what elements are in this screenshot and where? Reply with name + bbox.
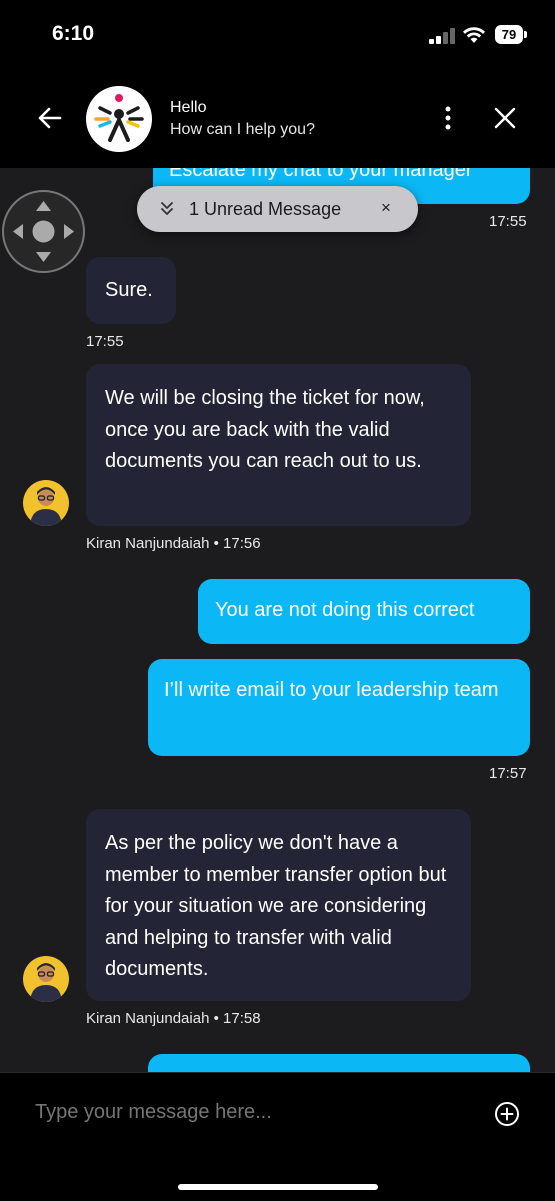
dpad-control[interactable] bbox=[2, 190, 85, 273]
wifi-icon bbox=[463, 27, 485, 43]
message-time: 17:57 bbox=[489, 765, 527, 782]
meta-separator: • bbox=[213, 535, 219, 552]
chat-header: Hello How can I help you? bbox=[0, 70, 555, 168]
user-message bbox=[148, 1054, 530, 1072]
unread-label: 1 Unread Message bbox=[189, 199, 342, 219]
home-indicator bbox=[178, 1184, 378, 1190]
plus-circle-icon[interactable] bbox=[494, 1101, 520, 1127]
dismiss-unread-button[interactable]: × bbox=[381, 198, 391, 218]
person-icon bbox=[30, 487, 62, 526]
message-time: 17:56 bbox=[223, 535, 261, 552]
agent-name: Kiran Nanjundaiah bbox=[86, 1010, 210, 1027]
header-title: Hello bbox=[170, 99, 207, 116]
agent-name: Kiran Nanjundaiah bbox=[86, 535, 210, 552]
message-time: 17:58 bbox=[223, 1010, 261, 1027]
header-subtitle: How can I help you? bbox=[170, 121, 315, 138]
person-icon bbox=[30, 963, 62, 1002]
agent-message: We will be closing the ticket for now, o… bbox=[86, 364, 471, 526]
agent-avatar bbox=[23, 480, 69, 526]
close-icon[interactable] bbox=[492, 105, 518, 131]
user-message: I’ll write email to your leadership team bbox=[148, 659, 530, 756]
message-text: I’ll write email to your leadership team bbox=[164, 679, 499, 701]
brand-logo bbox=[86, 86, 152, 152]
message-input[interactable] bbox=[35, 1101, 475, 1124]
status-bar: 6:10 79 bbox=[0, 0, 555, 70]
message-meta: Kiran Nanjundaiah • 17:58 bbox=[86, 1010, 261, 1027]
battery-tip bbox=[524, 31, 527, 38]
message-time: 17:55 bbox=[489, 213, 527, 230]
message-time: 17:55 bbox=[86, 333, 124, 350]
message-text: Sure. bbox=[105, 279, 153, 301]
user-message: You are not doing this correct bbox=[198, 579, 530, 644]
agent-message: As per the policy we don't have a member… bbox=[86, 809, 471, 1001]
agent-message: Sure. bbox=[86, 257, 176, 324]
back-arrow-icon[interactable] bbox=[36, 104, 64, 132]
agent-avatar bbox=[23, 956, 69, 1002]
battery-icon: 79 bbox=[495, 25, 523, 44]
message-composer bbox=[0, 1072, 555, 1201]
meta-separator: • bbox=[213, 1010, 219, 1027]
dpad-icon bbox=[13, 201, 74, 262]
more-vertical-icon[interactable] bbox=[436, 104, 460, 132]
status-time: 6:10 bbox=[52, 22, 95, 45]
message-text: As per the policy we don't have a member… bbox=[105, 832, 447, 980]
unread-message-banner[interactable]: 1 Unread Message × bbox=[137, 186, 418, 232]
chat-area[interactable]: Escalate my chat to your manager 17:55 S… bbox=[0, 168, 555, 1072]
signal-icon bbox=[429, 28, 457, 44]
message-text: We will be closing the ticket for now, o… bbox=[105, 387, 425, 472]
message-text: Escalate my chat to your manager bbox=[169, 168, 473, 181]
message-text: You are not doing this correct bbox=[215, 599, 475, 621]
chevron-double-down-icon bbox=[161, 202, 173, 215]
message-meta: Kiran Nanjundaiah • 17:56 bbox=[86, 535, 261, 552]
